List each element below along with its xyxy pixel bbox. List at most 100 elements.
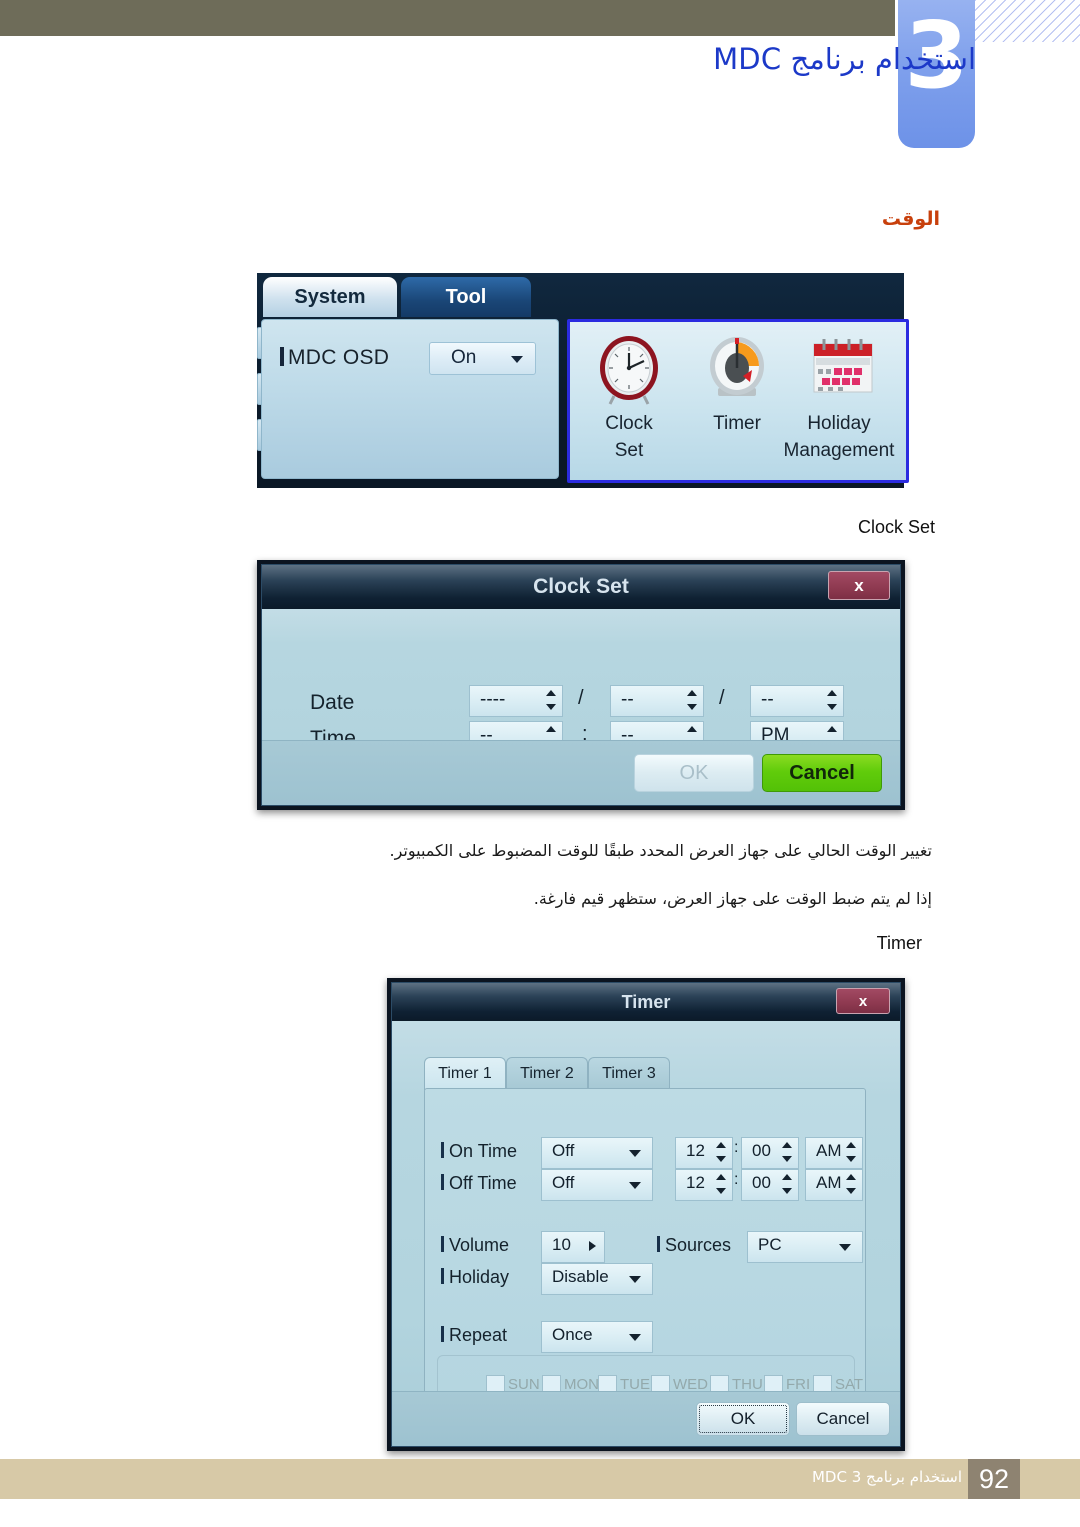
clock-set-ok-button[interactable]: OK — [634, 754, 754, 792]
kitchen-timer-icon — [682, 330, 792, 408]
timer-footer: OK Cancel — [392, 1391, 900, 1446]
off-time-minute-value: 00 — [752, 1173, 771, 1192]
spinner-arrows-icon[interactable] — [843, 1140, 860, 1164]
paragraph-2: إذا لم يتم ضبط الوقت على جهاز العرض، ستظ… — [533, 889, 932, 908]
bullet-marker-icon — [441, 1236, 444, 1252]
holiday-label: Holiday — [449, 1267, 510, 1287]
clock-set-title: Clock Set — [533, 575, 629, 598]
repeat-value: Once — [552, 1325, 593, 1344]
bullet-marker-icon — [441, 1326, 444, 1342]
spinner-arrows-icon[interactable] — [843, 1172, 860, 1196]
spinner-arrows-icon[interactable] — [824, 688, 841, 712]
spinner-arrows-icon[interactable] — [713, 1172, 730, 1196]
caption-clock-set: Clock Set — [857, 517, 935, 537]
mdc-osd-select[interactable]: On — [429, 342, 536, 375]
date-day-value: -- — [761, 689, 774, 710]
on-time-minute-spinner[interactable]: 00 — [741, 1137, 799, 1169]
holiday-select[interactable]: Disable — [541, 1263, 653, 1295]
calendar-icon — [788, 330, 898, 408]
bullet-marker-icon — [657, 1236, 660, 1252]
timer-dialog: Timer x Timer 1 Timer 2 Timer 3 On Time … — [387, 978, 905, 1451]
icon-holiday-management[interactable]: Holiday Management — [784, 330, 898, 462]
clock-set-cancel-button[interactable]: Cancel — [762, 754, 882, 792]
on-time-hour-spinner[interactable]: 12 — [675, 1137, 733, 1169]
alarm-clock-icon — [574, 330, 684, 408]
chevron-down-icon — [511, 356, 523, 363]
timer-ok-button[interactable]: OK — [696, 1402, 790, 1436]
on-time-hour-value: 12 — [686, 1141, 705, 1160]
clock-set-dialog-frame: Clock Set x Date ---- / -- / -- Time -- … — [261, 564, 901, 806]
sources-label: Sources — [665, 1235, 732, 1255]
caption-timer: Timer — [876, 933, 922, 953]
date-day-spinner[interactable]: -- — [750, 685, 844, 717]
icon-holiday-label-1: Holiday — [807, 413, 871, 434]
off-time-meridiem-spinner[interactable]: AM — [805, 1169, 863, 1201]
icon-holiday-label-2: Management — [783, 440, 895, 461]
bullet-marker-icon — [441, 1142, 444, 1158]
on-time-meridiem-spinner[interactable]: AM — [805, 1137, 863, 1169]
on-time-minute-value: 00 — [752, 1141, 771, 1160]
on-time-mode-value: Off — [552, 1141, 575, 1160]
date-separator-1: / — [578, 687, 584, 709]
spinner-arrows-icon[interactable] — [543, 688, 560, 712]
page-number: 92 — [968, 1459, 1020, 1499]
spinner-arrows-icon[interactable] — [684, 688, 701, 712]
tab-tool[interactable]: Tool — [401, 277, 531, 317]
on-time-mode-select[interactable]: Off — [541, 1137, 653, 1169]
clock-set-title-bar: Clock Set x — [262, 565, 900, 609]
on-time-meridiem-value: AM — [816, 1141, 842, 1160]
off-time-hour-spinner[interactable]: 12 — [675, 1169, 733, 1201]
icon-clock-set-label-2: Set — [614, 440, 644, 461]
chapter-title: استخدام برنامج MDC — [713, 42, 976, 76]
close-icon[interactable]: x — [828, 571, 890, 600]
bullet-marker-icon — [441, 1268, 444, 1284]
volume-stepper[interactable]: 10 — [541, 1231, 605, 1263]
mdc-osd-value: On — [451, 347, 477, 368]
date-year-value: ---- — [480, 689, 506, 710]
date-separator-2: / — [719, 687, 725, 709]
off-time-minute-spinner[interactable]: 00 — [741, 1169, 799, 1201]
decorative-stripes — [975, 0, 1080, 42]
footer-text: استخدام برنامج MDC 3 — [811, 1468, 962, 1486]
date-month-spinner[interactable]: -- — [610, 685, 704, 717]
icon-clock-set[interactable]: Clock Set — [574, 330, 684, 462]
bullet-marker-icon — [441, 1174, 444, 1190]
tab-timer-3[interactable]: Timer 3 — [588, 1057, 670, 1090]
mdc-osd-panel: System Tool MDC OSD On Clock Set Timer H… — [257, 273, 909, 488]
icon-clock-set-label-1: Clock — [605, 413, 653, 434]
date-year-spinner[interactable]: ---- — [469, 685, 563, 717]
icon-timer-label-1: Timer — [713, 413, 761, 434]
off-time-label: Off Time — [449, 1173, 517, 1193]
repeat-select[interactable]: Once — [541, 1321, 653, 1353]
chevron-down-icon — [629, 1334, 641, 1341]
page-top-bar — [0, 0, 895, 36]
holiday-value: Disable — [552, 1267, 609, 1286]
off-time-mode-value: Off — [552, 1173, 575, 1192]
timer-dialog-frame: Timer x Timer 1 Timer 2 Timer 3 On Time … — [391, 982, 901, 1447]
spinner-arrows-icon[interactable] — [779, 1172, 796, 1196]
chevron-down-icon — [629, 1150, 641, 1157]
on-time-label: On Time — [449, 1141, 518, 1161]
off-time-hour-value: 12 — [686, 1173, 705, 1192]
chevron-down-icon — [629, 1276, 641, 1283]
osd-body: MDC OSD On Clock Set Timer Holiday Manag… — [257, 317, 909, 483]
off-time-mode-select[interactable]: Off — [541, 1169, 653, 1201]
timer-title-bar: Timer x — [392, 983, 900, 1021]
tab-timer-1[interactable]: Timer 1 — [424, 1057, 506, 1090]
mdc-osd-label: MDC OSD — [288, 346, 390, 369]
volume-label: Volume — [449, 1235, 510, 1255]
section-heading: الوقت — [881, 208, 940, 230]
close-icon[interactable]: x — [836, 988, 890, 1014]
timer-cancel-button[interactable]: Cancel — [796, 1402, 890, 1436]
tab-system[interactable]: System — [263, 277, 397, 317]
icon-timer[interactable]: Timer — [682, 330, 792, 435]
timer-title: Timer — [621, 991, 671, 1012]
chevron-right-icon[interactable] — [589, 1241, 596, 1251]
spinner-arrows-icon[interactable] — [779, 1140, 796, 1164]
clock-set-content: Date ---- / -- / -- Time --: -- PM OK C… — [262, 609, 900, 805]
tab-timer-2[interactable]: Timer 2 — [506, 1057, 588, 1090]
spinner-arrows-icon[interactable] — [713, 1140, 730, 1164]
sources-select[interactable]: PC — [747, 1231, 863, 1263]
off-time-separator: : — [734, 1171, 739, 1188]
osd-tab-bar: System Tool — [257, 273, 904, 317]
